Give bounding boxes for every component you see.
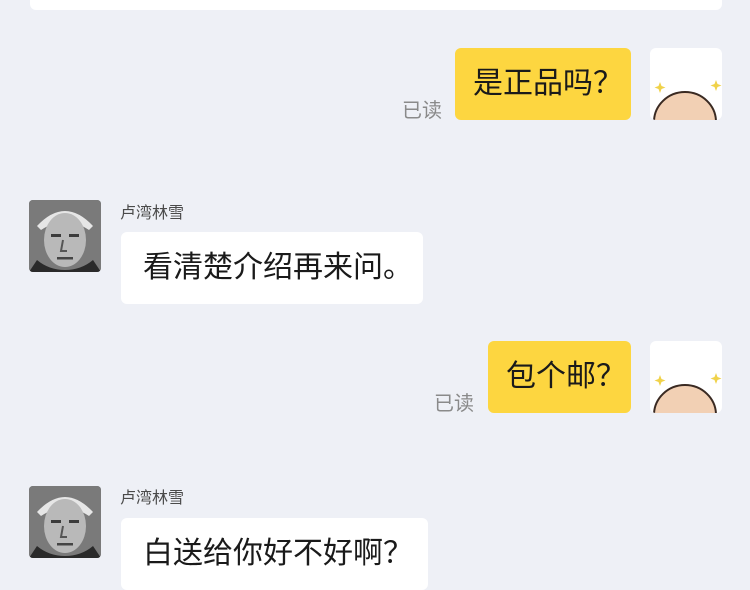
elderly-man-photo-avatar [29,200,101,272]
my-avatar[interactable] [650,341,722,413]
sender-name: 卢湾林雪 [120,488,185,507]
previous-message-bubble [30,0,722,10]
bald-head-avatar-icon [653,373,722,413]
elderly-man-photo-avatar [29,486,101,558]
sender-avatar[interactable] [29,486,101,558]
received-message-bubble[interactable]: 看清楚介绍再来问。 [121,232,423,304]
my-avatar[interactable] [650,48,722,120]
read-status: 已读 [402,98,442,122]
read-status: 已读 [434,391,474,415]
my-message-bubble[interactable]: 是正品吗？ [455,48,631,120]
sender-name: 卢湾林雪 [120,203,185,222]
bald-head-avatar-icon [653,80,722,120]
received-message-bubble[interactable]: 白送给你好不好啊？ [121,518,428,590]
sender-avatar[interactable] [29,200,101,272]
my-message-bubble[interactable]: 包个邮？ [488,341,631,413]
